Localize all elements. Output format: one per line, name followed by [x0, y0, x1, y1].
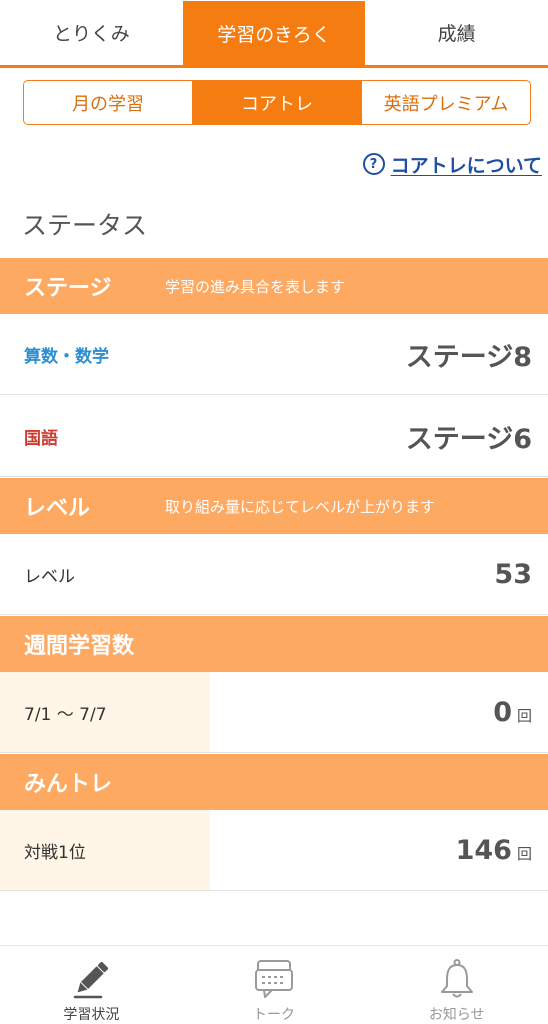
level-section-header: レベル 取り組み量に応じてレベルが上がります: [0, 478, 548, 534]
segment-core-training[interactable]: コアトレ: [192, 81, 361, 124]
nav-notifications-label: お知らせ: [428, 1007, 485, 1023]
japanese-label: 国語: [24, 428, 58, 449]
tab-torikumi[interactable]: とりくみ: [0, 0, 183, 65]
nav-talk-label: トーク: [253, 1007, 295, 1023]
stage-row-math: 算数・数学 ステージ8: [0, 314, 548, 395]
weekly-section-header: 週間学習数: [0, 616, 548, 672]
weekly-count: 0 回: [210, 697, 548, 728]
tab-seiseki[interactable]: 成績: [365, 0, 548, 65]
battle-first-place-value: 146: [455, 834, 512, 866]
level-label: レベル: [24, 566, 75, 587]
nav-study-status-label: 学習状況: [63, 1007, 120, 1023]
level-section-title: レベル: [24, 496, 91, 521]
chat-icon: [255, 960, 293, 998]
level-value: 53: [494, 558, 532, 590]
question-circle-icon: ?: [362, 153, 385, 175]
math-stage-value: ステージ8: [405, 341, 532, 373]
level-section-description: 取り組み量に応じてレベルが上がります: [165, 497, 436, 516]
stage-section-description: 学習の進み具合を表します: [165, 277, 346, 296]
mintore-row: 対戦1位 146 回: [0, 810, 548, 891]
bell-icon: [440, 959, 473, 998]
stage-section-title: ステージ: [24, 276, 112, 301]
stage-section-header: ステージ 学習の進み具合を表します: [0, 258, 548, 314]
app: とりくみ 学習のきろく 成績 月の学習 コアトレ 英語プレミアム ? コアトレに…: [0, 0, 548, 1024]
japanese-stage-value: ステージ6: [405, 423, 532, 455]
math-label: 算数・数学: [24, 346, 109, 367]
weekly-count-unit: 回: [516, 706, 532, 725]
tab-gakushu-kiroku[interactable]: 学習のきろく: [182, 1, 366, 65]
segment-monthly-study[interactable]: 月の学習: [24, 81, 192, 124]
segment-english-premium[interactable]: 英語プレミアム: [361, 81, 530, 124]
weekly-section-title: 週間学習数: [24, 634, 135, 659]
weekly-row: 7/1 ～ 7/7 0 回: [0, 672, 548, 753]
pencil-icon: [74, 961, 109, 999]
mintore-section-header: みんトレ: [0, 754, 548, 810]
top-tab-bar: とりくみ 学習のきろく 成績: [0, 0, 548, 68]
mintore-section-title: みんトレ: [24, 772, 113, 797]
about-core-training-link[interactable]: ? コアトレについて: [362, 150, 542, 178]
status-heading: ステータス: [22, 211, 148, 240]
battle-first-place-count: 146 回: [210, 835, 548, 866]
level-row: レベル 53: [0, 534, 548, 615]
bottom-nav: 学習状況 トーク お知らせ: [0, 945, 548, 1024]
battle-first-place-unit: 回: [516, 844, 532, 863]
about-link-label: コアトレについて: [390, 154, 542, 177]
battle-first-place-label: 対戦1位: [0, 810, 210, 890]
nav-study-status[interactable]: 学習状況: [0, 946, 183, 1024]
weekly-period-label: 7/1 ～ 7/7: [0, 672, 210, 752]
nav-talk[interactable]: トーク: [183, 946, 366, 1024]
nav-notifications[interactable]: お知らせ: [365, 946, 548, 1024]
stage-row-japanese: 国語 ステージ6: [0, 396, 548, 477]
weekly-count-value: 0: [493, 696, 512, 728]
segmented-control: 月の学習 コアトレ 英語プレミアム: [23, 80, 531, 125]
